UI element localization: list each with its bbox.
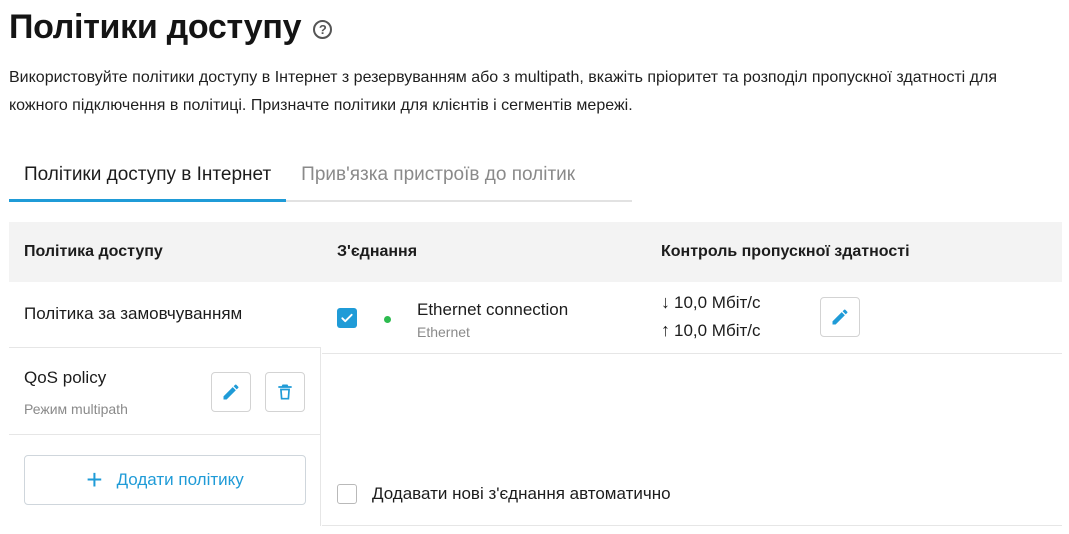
- connection-status-dot: [384, 316, 391, 323]
- pencil-icon: [832, 309, 848, 325]
- pencil-icon: [223, 384, 239, 400]
- policy-list: Політика за замовчуванням QoS policy Реж…: [9, 282, 321, 526]
- trash-icon: [278, 384, 292, 400]
- page-title-text: Політики доступу: [9, 8, 302, 46]
- page-title: Політики доступу ?: [9, 8, 333, 47]
- tab-internet-policies[interactable]: Політики доступу в Інтернет: [9, 152, 287, 202]
- connection-name: Ethernet connection: [417, 300, 569, 319]
- add-policy-button[interactable]: + Додати політику: [24, 455, 306, 505]
- plus-icon: +: [86, 464, 103, 495]
- edit-policy-button[interactable]: [211, 372, 251, 412]
- delete-policy-button[interactable]: [265, 372, 305, 412]
- download-limit: ↓ 10,0 Мбіт/с: [661, 292, 761, 313]
- table-divider: [322, 525, 1062, 526]
- edit-bandwidth-button[interactable]: [820, 297, 860, 337]
- auto-add-connections[interactable]: Додавати нові з'єднання автоматично: [337, 484, 671, 504]
- arrow-down-icon: ↓: [661, 292, 670, 312]
- policy-row-qos[interactable]: QoS policy Режим multipath: [9, 348, 321, 435]
- arrow-up-icon: ↑: [661, 320, 670, 340]
- checkmark-icon: [341, 313, 353, 323]
- page-description: Використовуйте політики доступу в Інтерн…: [9, 69, 997, 114]
- header-bandwidth: Контроль пропускної здатності: [661, 243, 910, 260]
- tab-bar: Політики доступу в Інтернет Прив'язка пр…: [9, 152, 632, 202]
- connection-type: Ethernet: [417, 324, 470, 340]
- tab-device-binding[interactable]: Прив'язка пристроїв до політик: [286, 152, 590, 202]
- policy-row-default[interactable]: Політика за замовчуванням: [9, 282, 321, 348]
- connection-checkbox[interactable]: [337, 308, 357, 328]
- header-policy: Політика доступу: [24, 243, 163, 260]
- upload-limit: ↑ 10,0 Мбіт/с: [661, 320, 761, 341]
- policy-name: Політика за замовчуванням: [24, 304, 243, 323]
- connection-row: Ethernet connection Ethernet ↓ 10,0 Мбіт…: [322, 282, 1062, 354]
- table-header: Політика доступу З'єднання Контроль проп…: [9, 222, 1062, 282]
- policy-mode: Режим multipath: [24, 401, 128, 417]
- auto-add-label: Додавати нові з'єднання автоматично: [372, 484, 671, 503]
- add-policy-label: Додати політику: [116, 470, 244, 489]
- policies-table: Політика доступу З'єднання Контроль проп…: [9, 222, 1062, 526]
- help-icon[interactable]: ?: [313, 20, 333, 39]
- download-value: 10,0 Мбіт/с: [674, 292, 761, 312]
- policy-name: QoS policy: [24, 368, 107, 387]
- header-connection: З'єднання: [337, 243, 418, 260]
- auto-add-checkbox[interactable]: [337, 484, 357, 504]
- upload-value: 10,0 Мбіт/с: [674, 320, 761, 340]
